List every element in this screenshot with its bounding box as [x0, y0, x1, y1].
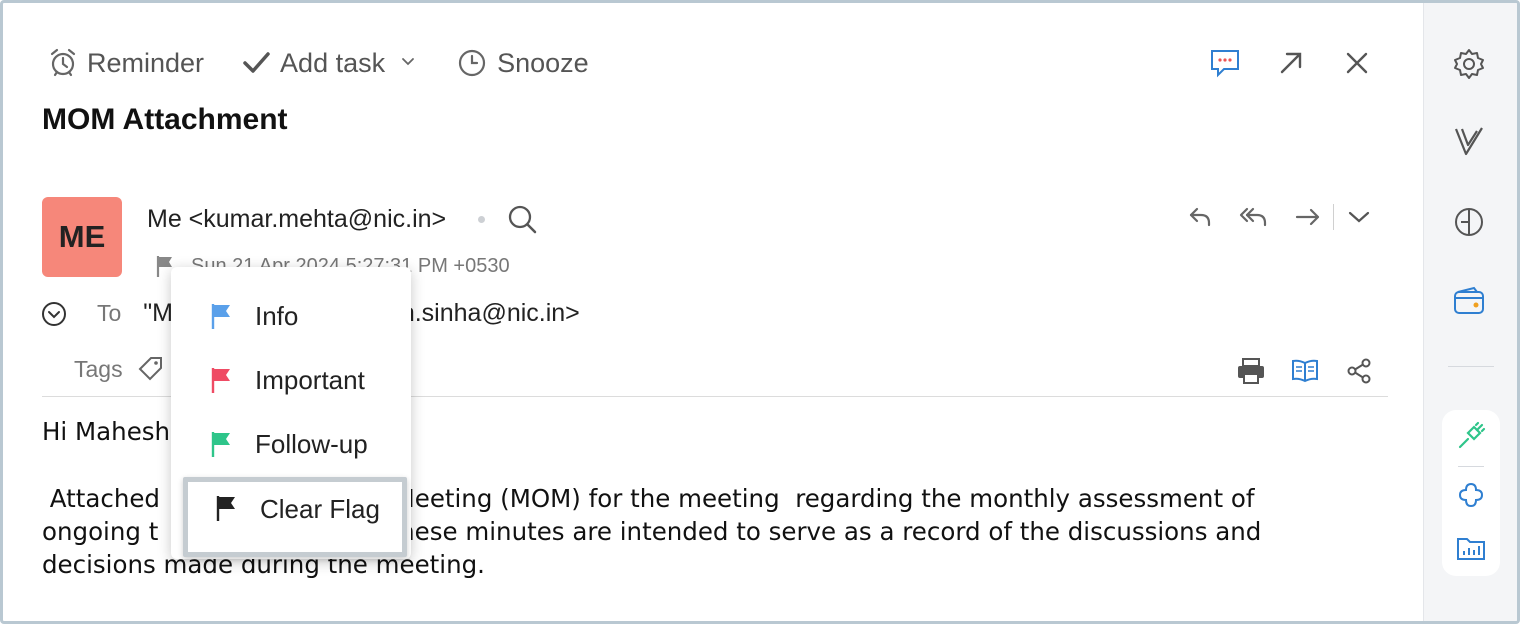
- reply-button[interactable]: [1183, 199, 1217, 235]
- printer-icon: [1238, 358, 1264, 384]
- body-paragraph-line: Should you have any questions or require…: [42, 615, 1382, 621]
- tag-icon[interactable]: [137, 355, 165, 383]
- reading-view-button[interactable]: [1287, 353, 1323, 389]
- open-book-icon: [1292, 359, 1318, 383]
- share-icon: [1347, 358, 1371, 384]
- flag-option-clear-flag[interactable]: Clear Flag: [183, 477, 407, 557]
- app-window: Reminder Add task Snooze MOM Attachment …: [0, 0, 1520, 624]
- flag-option-important[interactable]: Important: [171, 353, 411, 407]
- wallet-button[interactable]: [1451, 283, 1487, 319]
- red-flag-icon: [211, 368, 230, 393]
- snooze-label: Snooze: [497, 47, 589, 78]
- folder-chart-icon: [1457, 538, 1485, 560]
- wallet-icon: [1454, 286, 1484, 314]
- reply-icon: [1189, 207, 1211, 227]
- expand-circle-icon[interactable]: [41, 301, 67, 327]
- vault-button[interactable]: [1451, 123, 1487, 159]
- reply-all-button[interactable]: [1237, 199, 1271, 235]
- blue-flag-icon: [211, 304, 230, 329]
- arrow-up-right-icon: [1280, 52, 1302, 74]
- to-label: To: [97, 300, 122, 326]
- checkmark-icon: [243, 52, 270, 73]
- tags-row: Tags: [74, 355, 165, 383]
- right-sidebar: [1423, 3, 1517, 621]
- view-actions: [1233, 353, 1395, 389]
- flag-option-label: Important: [255, 364, 365, 395]
- flag-menu: Info Important Follow-up Clear Flag: [171, 267, 411, 559]
- forward-button[interactable]: [1291, 199, 1325, 235]
- sender-row: Me <kumar.mehta@nic.in>: [147, 204, 537, 234]
- share-button[interactable]: [1341, 353, 1377, 389]
- mail-toolbar: Reminder Add task Snooze: [49, 41, 627, 85]
- arrow-right-icon: [1295, 208, 1320, 226]
- flag-option-label: Follow-up: [255, 428, 368, 459]
- close-button[interactable]: [1335, 41, 1379, 85]
- flag-option-follow-up[interactable]: Follow-up: [171, 417, 411, 471]
- chevron-down-icon: [402, 58, 415, 66]
- flag-option-label: Clear Flag: [260, 494, 380, 524]
- add-task-dropdown[interactable]: [401, 54, 415, 72]
- flag-option-label: Info: [255, 300, 299, 331]
- plug-icon: [1458, 421, 1486, 449]
- insights-button[interactable]: [1451, 204, 1487, 240]
- print-button[interactable]: [1233, 353, 1269, 389]
- add-task-label: Add task: [280, 47, 386, 78]
- email-subject: MOM Attachment: [42, 103, 288, 136]
- avatar[interactable]: ME: [42, 197, 122, 277]
- alarm-clock-icon: [50, 48, 76, 77]
- tags-label: Tags: [74, 355, 123, 382]
- chat-button[interactable]: [1203, 41, 1247, 85]
- reminder-button[interactable]: Reminder: [49, 48, 204, 79]
- gear-icon: [1454, 49, 1484, 79]
- window-controls: [1203, 41, 1401, 85]
- clock-icon: [459, 49, 486, 77]
- reminder-label: Reminder: [87, 47, 205, 78]
- vault-v-icon: [1454, 127, 1483, 156]
- message-actions: [1183, 199, 1396, 235]
- add-task-button[interactable]: Add task: [242, 48, 385, 79]
- chat-bubble-icon: [1211, 50, 1239, 78]
- rail-separator: [1448, 366, 1494, 367]
- presence-dot: [478, 215, 486, 223]
- half-circle-icon: [1455, 208, 1483, 236]
- more-actions-button[interactable]: [1342, 199, 1376, 235]
- settings-button[interactable]: [1451, 46, 1487, 82]
- close-icon: [1346, 52, 1368, 74]
- flower-icon: [1458, 482, 1484, 508]
- green-flag-icon: [211, 432, 230, 457]
- files-button[interactable]: [1453, 530, 1489, 566]
- plugin-button[interactable]: [1453, 418, 1489, 454]
- integrations-card: [1442, 410, 1500, 576]
- separator: [1333, 204, 1334, 230]
- black-flag-icon: [216, 496, 235, 521]
- search-icon[interactable]: [507, 204, 537, 234]
- chevron-down-icon: [1348, 211, 1370, 223]
- workplace-button[interactable]: [1453, 477, 1489, 513]
- pop-out-button[interactable]: [1269, 41, 1313, 85]
- sender-address[interactable]: Me <kumar.mehta@nic.in>: [147, 205, 446, 234]
- snooze-button[interactable]: Snooze: [457, 48, 589, 79]
- reply-all-icon: [1239, 207, 1267, 227]
- card-separator: [1458, 466, 1484, 467]
- flag-option-info[interactable]: Info: [171, 289, 411, 343]
